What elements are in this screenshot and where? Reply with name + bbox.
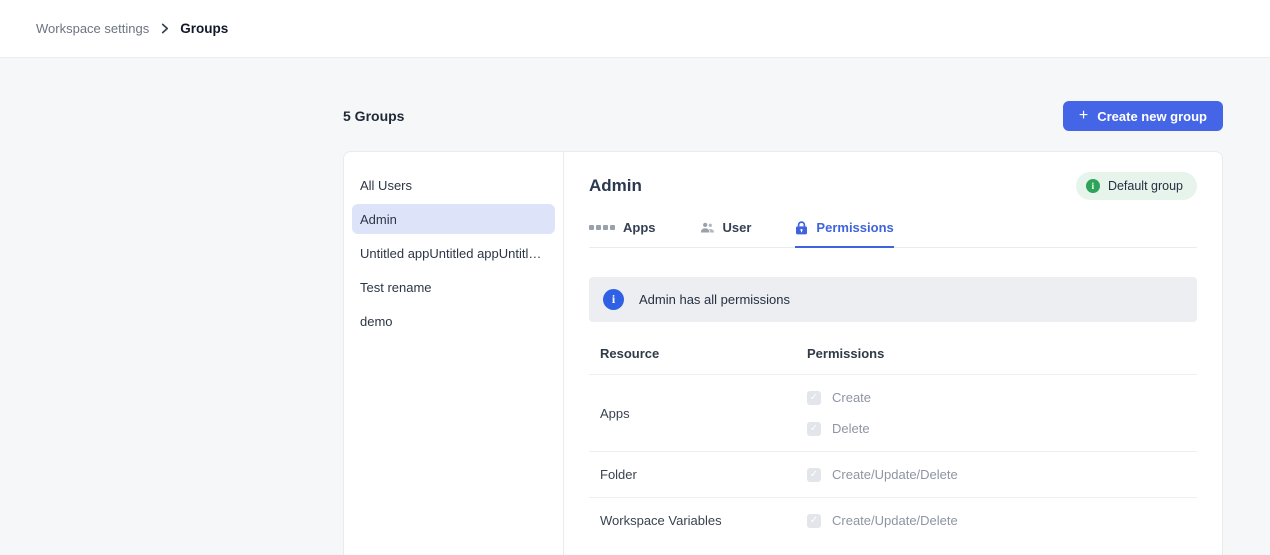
group-tabs: Apps User <box>589 220 1197 248</box>
permission-check-item: ✓ Delete <box>807 421 871 436</box>
create-new-group-label: Create new group <box>1097 109 1207 124</box>
grid-icon <box>589 225 615 230</box>
tab-permissions[interactable]: Permissions <box>795 220 893 248</box>
permissions-table: Resource Permissions Apps ✓ Create ✓ Del… <box>589 340 1197 543</box>
table-row: Folder ✓ Create/Update/Delete <box>589 452 1197 498</box>
checkbox-checked-disabled[interactable]: ✓ <box>807 468 821 482</box>
users-icon <box>700 221 715 234</box>
permission-checks: ✓ Create/Update/Delete <box>807 513 958 528</box>
top-header: Workspace settings Groups <box>0 0 1270 58</box>
group-list-item-label: demo <box>360 314 393 329</box>
group-list-item-label: All Users <box>360 178 412 193</box>
checkbox-checked-disabled[interactable]: ✓ <box>807 391 821 405</box>
resource-name: Apps <box>600 406 807 421</box>
permission-checks: ✓ Create/Update/Delete <box>807 467 958 482</box>
resource-name: Workspace Variables <box>600 513 807 528</box>
group-list-item-label: Test rename <box>360 280 432 295</box>
permissions-info-banner: i Admin has all permissions <box>589 277 1197 322</box>
permission-check-label: Delete <box>832 421 870 436</box>
group-detail-panel: Admin i Default group Apps <box>564 152 1222 555</box>
plus-icon: + <box>1079 108 1088 124</box>
permission-check-label: Create <box>832 390 871 405</box>
tab-apps[interactable]: Apps <box>589 220 656 248</box>
table-row: Apps ✓ Create ✓ Delete <box>589 375 1197 452</box>
chevron-right-icon <box>159 23 170 34</box>
content-column: 5 Groups + Create new group All Users Ad… <box>343 101 1223 555</box>
checkbox-checked-disabled[interactable]: ✓ <box>807 514 821 528</box>
group-list-item[interactable]: Test rename <box>352 272 555 302</box>
groups-card: All Users Admin Untitled appUntitled app… <box>343 151 1223 555</box>
tab-apps-label: Apps <box>623 220 656 235</box>
permission-check-item: ✓ Create/Update/Delete <box>807 513 958 528</box>
group-list-item[interactable]: Untitled appUntitled appUntitle… <box>352 238 555 268</box>
checkbox-checked-disabled[interactable]: ✓ <box>807 422 821 436</box>
info-icon: i <box>1086 179 1100 193</box>
group-list-item-label: Admin <box>360 212 397 227</box>
permission-check-label: Create/Update/Delete <box>832 467 958 482</box>
group-detail-header: Admin i Default group <box>589 172 1197 200</box>
resource-column-header: Resource <box>600 346 807 361</box>
permission-check-label: Create/Update/Delete <box>832 513 958 528</box>
group-list-item[interactable]: demo <box>352 306 555 336</box>
group-list-item[interactable]: All Users <box>352 170 555 200</box>
permission-check-item: ✓ Create <box>807 390 871 405</box>
permissions-column-header: Permissions <box>807 346 884 361</box>
default-group-badge-label: Default group <box>1108 179 1183 193</box>
tab-user-label: User <box>723 220 752 235</box>
default-group-badge: i Default group <box>1076 172 1197 200</box>
tab-permissions-label: Permissions <box>816 220 893 235</box>
resource-name: Folder <box>600 467 807 482</box>
group-list-item[interactable]: Admin <box>352 204 555 234</box>
lock-icon <box>795 221 808 235</box>
breadcrumb-workspace-settings[interactable]: Workspace settings <box>36 21 149 36</box>
permissions-info-text: Admin has all permissions <box>639 292 790 307</box>
permission-check-item: ✓ Create/Update/Delete <box>807 467 958 482</box>
breadcrumb-groups: Groups <box>180 21 228 36</box>
permissions-table-header: Resource Permissions <box>589 340 1197 375</box>
groups-toolbar: 5 Groups + Create new group <box>343 101 1223 131</box>
info-icon: i <box>603 289 624 310</box>
tab-user[interactable]: User <box>700 220 752 248</box>
breadcrumb: Workspace settings Groups <box>36 21 228 36</box>
groups-count: 5 Groups <box>343 108 404 124</box>
permissions-table-body: Apps ✓ Create ✓ Delete Folder ✓ <box>589 375 1197 543</box>
group-list-item-label: Untitled appUntitled appUntitle… <box>360 246 547 261</box>
table-row: Workspace Variables ✓ Create/Update/Dele… <box>589 498 1197 543</box>
group-title: Admin <box>589 176 642 196</box>
create-new-group-button[interactable]: + Create new group <box>1063 101 1223 131</box>
group-list: All Users Admin Untitled appUntitled app… <box>344 152 564 555</box>
permission-checks: ✓ Create ✓ Delete <box>807 390 871 436</box>
